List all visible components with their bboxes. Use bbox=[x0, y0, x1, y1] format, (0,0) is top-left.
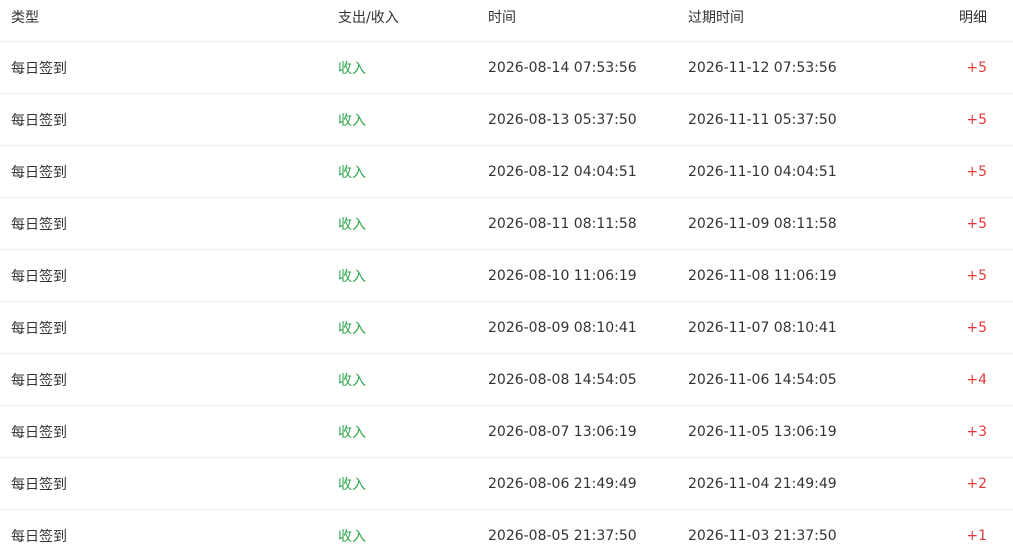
row-time: 2026-08-06 21:49:49 bbox=[488, 475, 637, 492]
table-row: 每日签到 收入 2026-08-12 04:04:51 2026-11-10 0… bbox=[0, 146, 1013, 198]
row-flow: 收入 bbox=[338, 164, 366, 181]
row-expire: 2026-11-11 05:37:50 bbox=[688, 111, 837, 128]
column-header-time: 时间 bbox=[488, 9, 516, 26]
row-type: 每日签到 bbox=[11, 320, 67, 337]
table-row: 每日签到 收入 2026-08-11 08:11:58 2026-11-09 0… bbox=[0, 198, 1013, 250]
row-type: 每日签到 bbox=[11, 216, 67, 233]
row-time: 2026-08-08 14:54:05 bbox=[488, 371, 637, 388]
table-row: 每日签到 收入 2026-08-05 21:37:50 2026-11-03 2… bbox=[0, 510, 1013, 556]
row-expire: 2026-11-07 08:10:41 bbox=[688, 319, 837, 336]
row-time: 2026-08-12 04:04:51 bbox=[488, 163, 637, 180]
row-flow: 收入 bbox=[338, 372, 366, 389]
table-header: 类型 支出/收入 时间 过期时间 明细 bbox=[0, 0, 1013, 42]
row-expire: 2026-11-08 11:06:19 bbox=[688, 267, 837, 284]
row-detail: +5 bbox=[966, 319, 987, 336]
row-detail: +5 bbox=[966, 59, 987, 76]
row-time: 2026-08-07 13:06:19 bbox=[488, 423, 637, 440]
row-type: 每日签到 bbox=[11, 268, 67, 285]
row-flow: 收入 bbox=[338, 60, 366, 77]
column-header-expire: 过期时间 bbox=[688, 9, 744, 26]
row-time: 2026-08-11 08:11:58 bbox=[488, 215, 637, 232]
row-detail: +1 bbox=[966, 527, 987, 544]
row-flow: 收入 bbox=[338, 320, 366, 337]
row-expire: 2026-11-05 13:06:19 bbox=[688, 423, 837, 440]
row-type: 每日签到 bbox=[11, 164, 67, 181]
row-flow: 收入 bbox=[338, 112, 366, 129]
table-row: 每日签到 收入 2026-08-13 05:37:50 2026-11-11 0… bbox=[0, 94, 1013, 146]
row-expire: 2026-11-03 21:37:50 bbox=[688, 527, 837, 544]
table-row: 每日签到 收入 2026-08-08 14:54:05 2026-11-06 1… bbox=[0, 354, 1013, 406]
row-time: 2026-08-09 08:10:41 bbox=[488, 319, 637, 336]
row-time: 2026-08-05 21:37:50 bbox=[488, 527, 637, 544]
row-flow: 收入 bbox=[338, 528, 366, 545]
table-row: 每日签到 收入 2026-08-06 21:49:49 2026-11-04 2… bbox=[0, 458, 1013, 510]
table-row: 每日签到 收入 2026-08-07 13:06:19 2026-11-05 1… bbox=[0, 406, 1013, 458]
row-detail: +2 bbox=[966, 475, 987, 492]
table-row: 每日签到 收入 2026-08-10 11:06:19 2026-11-08 1… bbox=[0, 250, 1013, 302]
row-flow: 收入 bbox=[338, 424, 366, 441]
row-expire: 2026-11-12 07:53:56 bbox=[688, 59, 837, 76]
row-type: 每日签到 bbox=[11, 528, 67, 545]
row-type: 每日签到 bbox=[11, 476, 67, 493]
row-flow: 收入 bbox=[338, 216, 366, 233]
row-expire: 2026-11-10 04:04:51 bbox=[688, 163, 837, 180]
table-row: 每日签到 收入 2026-08-09 08:10:41 2026-11-07 0… bbox=[0, 302, 1013, 354]
column-header-flow: 支出/收入 bbox=[338, 9, 399, 26]
row-time: 2026-08-10 11:06:19 bbox=[488, 267, 637, 284]
row-type: 每日签到 bbox=[11, 112, 67, 129]
column-header-type: 类型 bbox=[11, 9, 39, 26]
row-flow: 收入 bbox=[338, 476, 366, 493]
row-detail: +5 bbox=[966, 215, 987, 232]
table-row: 每日签到 收入 2026-08-14 07:53:56 2026-11-12 0… bbox=[0, 42, 1013, 94]
row-time: 2026-08-13 05:37:50 bbox=[488, 111, 637, 128]
row-detail: +4 bbox=[966, 371, 987, 388]
row-detail: +5 bbox=[966, 111, 987, 128]
row-type: 每日签到 bbox=[11, 60, 67, 77]
row-type: 每日签到 bbox=[11, 424, 67, 441]
row-expire: 2026-11-04 21:49:49 bbox=[688, 475, 837, 492]
row-expire: 2026-11-09 08:11:58 bbox=[688, 215, 837, 232]
row-type: 每日签到 bbox=[11, 372, 67, 389]
row-time: 2026-08-14 07:53:56 bbox=[488, 59, 637, 76]
row-detail: +3 bbox=[966, 423, 987, 440]
row-flow: 收入 bbox=[338, 268, 366, 285]
row-expire: 2026-11-06 14:54:05 bbox=[688, 371, 837, 388]
points-history-table: 类型 支出/收入 时间 过期时间 明细 每日签到 收入 2026-08-14 0… bbox=[0, 0, 1013, 556]
row-detail: +5 bbox=[966, 163, 987, 180]
row-detail: +5 bbox=[966, 267, 987, 284]
column-header-detail: 明细 bbox=[959, 9, 987, 26]
